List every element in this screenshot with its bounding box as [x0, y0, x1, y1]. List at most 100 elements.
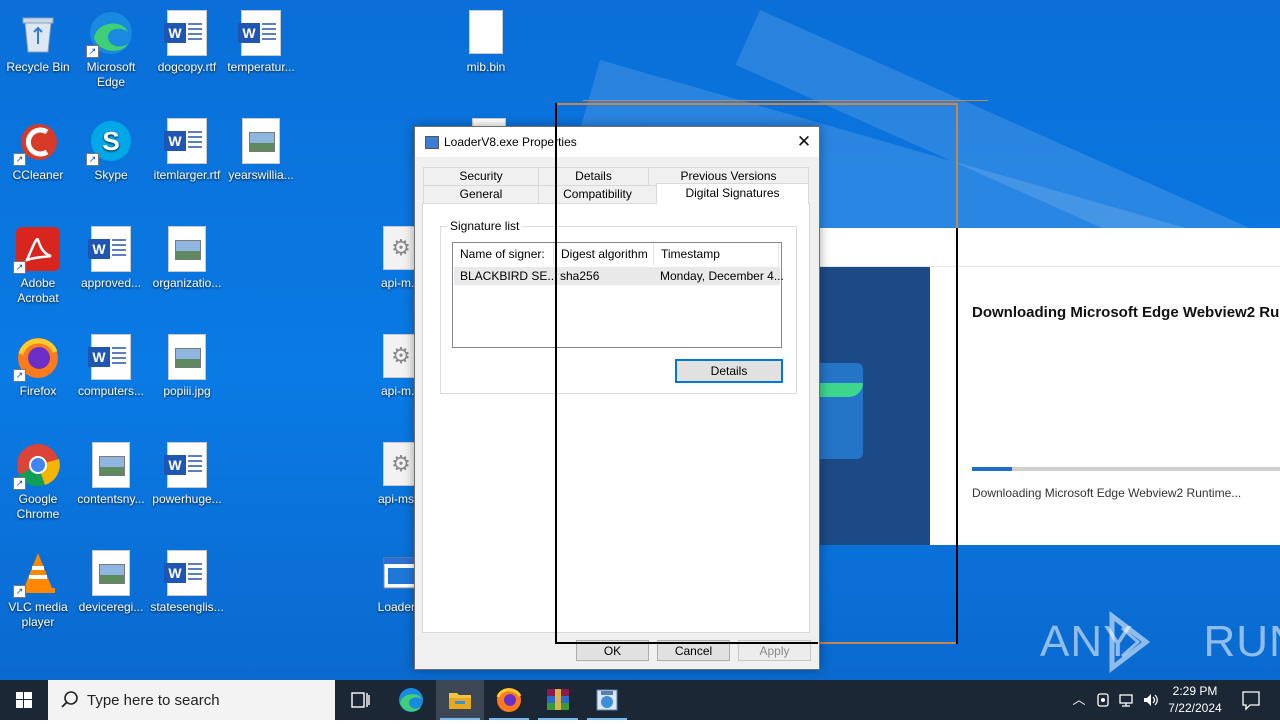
desktop-icon-label: CCleaner: [12, 168, 64, 182]
desktop-icon-label: VLC media player: [8, 600, 68, 629]
column-header-signer[interactable]: Name of signer:: [453, 243, 554, 266]
shortcut-arrow-icon: ↗: [13, 153, 26, 166]
word-doc-icon: W: [164, 10, 210, 56]
desktop-icon-label: Firefox: [19, 384, 57, 398]
column-header-timestamp[interactable]: Timestamp: [654, 243, 779, 266]
taskbar-winrar-button[interactable]: [534, 680, 582, 720]
tab-general[interactable]: General: [423, 185, 539, 203]
desktop-icon[interactable]: organizatio...: [149, 220, 225, 291]
black-highlight-box: [555, 103, 557, 644]
desktop-icon[interactable]: ↗ Adobe Acrobat: [0, 220, 76, 306]
taskbar-clock[interactable]: 2:29 PM 7/22/2024: [1163, 683, 1227, 717]
desktop-icon-label: popiii.jpg: [163, 384, 211, 398]
shortcut-arrow-icon: ↗: [86, 153, 99, 166]
desktop-icon[interactable]: popiii.jpg: [149, 328, 225, 399]
taskbar-search-box[interactable]: Type here to search: [48, 680, 335, 720]
table-row[interactable]: BLACKBIRD SE... sha256 Monday, December …: [454, 267, 784, 285]
shortcut-arrow-icon: ↗: [13, 585, 26, 598]
desktop-icon[interactable]: W computers...: [73, 328, 149, 399]
desktop-icon[interactable]: yearswillia...: [223, 112, 299, 183]
column-header-digest[interactable]: Digest algorithm: [554, 243, 654, 266]
taskbar-edge-button[interactable]: [387, 680, 435, 720]
task-view-button[interactable]: [336, 680, 384, 720]
edge-icon: ↗: [86, 10, 134, 58]
desktop: Recycle Bin ↗ CCleaner ↗ Adobe Acrobat ↗…: [0, 0, 1280, 680]
desktop-icon-label: yearswillia...: [228, 168, 294, 182]
black-highlight-line: [555, 642, 818, 644]
watermark-text: ANY RUN: [1040, 612, 1280, 672]
desktop-icon[interactable]: ↗ VLC media player: [0, 544, 76, 630]
orange-highlight-line: [583, 100, 988, 101]
volume-icon: [1144, 694, 1158, 706]
desktop-icon-label: Adobe Acrobat: [17, 276, 59, 305]
word-doc-icon: W: [164, 550, 210, 596]
desktop-icon-label: Skype: [94, 168, 128, 182]
volume-button[interactable]: [1140, 680, 1162, 720]
start-button[interactable]: [0, 680, 48, 720]
desktop-icon[interactable]: S ↗ Skype: [73, 112, 149, 183]
desktop-icon[interactable]: W dogcopy.rtf: [149, 4, 225, 75]
ccleaner-icon: ↗: [13, 118, 61, 166]
desktop-icon-label: powerhuge...: [152, 492, 222, 506]
download-progress-bar: [972, 467, 1280, 471]
network-button[interactable]: [1116, 680, 1138, 720]
signature-listview[interactable]: Name of signer: Digest algorithm Timesta…: [452, 242, 784, 348]
word-doc-icon: W: [164, 118, 210, 164]
notification-icon: [1242, 691, 1260, 711]
taskbar-installer-button[interactable]: [583, 680, 631, 720]
word-doc-icon: W: [88, 226, 134, 272]
desktop-icon-label: Recycle Bin: [6, 60, 70, 74]
desktop-icon[interactable]: ↗ Firefox: [0, 328, 76, 399]
shortcut-arrow-icon: ↗: [13, 369, 26, 382]
installer-title: Downloading Microsoft Edge Webview2 Runt: [972, 304, 1280, 321]
shortcut-arrow-icon: ↗: [13, 261, 26, 274]
desktop-icon[interactable]: contentsny...: [73, 436, 149, 507]
vlc-icon: ↗: [13, 550, 61, 598]
desktop-icon-label: computers...: [77, 384, 145, 398]
desktop-icon[interactable]: Recycle Bin: [0, 4, 76, 75]
word-doc-icon: W: [88, 334, 134, 380]
digital-signatures-pane: Signature list Name of signer: Digest al…: [422, 203, 810, 633]
desktop-icon[interactable]: ↗ CCleaner: [0, 112, 76, 183]
algorithm-cell: sha256: [560, 269, 600, 283]
installer-status-text: Downloading Microsoft Edge Webview2 Runt…: [972, 486, 1242, 500]
installer-icon: [596, 689, 618, 711]
windows-logo-icon: [16, 692, 32, 708]
desktop-icon[interactable]: deviceregi...: [73, 544, 149, 615]
file-explorer-icon: [449, 693, 471, 709]
close-button[interactable]: ✕: [789, 127, 819, 157]
watermark-run: RUN: [1203, 617, 1280, 666]
desktop-icon-label: Microsoft Edge: [86, 60, 136, 89]
desktop-icon-label: dogcopy.rtf: [157, 60, 217, 74]
desktop-icon-label: Google Chrome: [16, 492, 60, 521]
search-icon: [61, 691, 78, 708]
search-placeholder: Type here to search: [87, 692, 220, 709]
taskbar-firefox-button[interactable]: [485, 680, 533, 720]
desktop-icon[interactable]: W approved...: [73, 220, 149, 291]
signature-details-button[interactable]: Details: [675, 359, 783, 383]
desktop-icon[interactable]: W itemlarger.rtf: [149, 112, 225, 183]
show-hidden-icons-button[interactable]: ︿: [1068, 680, 1090, 720]
desktop-icon-label: deviceregi...: [78, 600, 144, 614]
desktop-icon-label: temperatur...: [227, 60, 295, 74]
signature-list-group: Signature list Name of signer: Digest al…: [440, 219, 797, 394]
desktop-icon[interactable]: ↗ Microsoft Edge: [73, 4, 149, 90]
notification-center-button[interactable]: [1236, 680, 1266, 720]
tab-digital-signatures[interactable]: Digital Signatures: [656, 183, 809, 204]
desktop-icon[interactable]: W powerhuge...: [149, 436, 225, 507]
taskbar-file-explorer-button[interactable]: [436, 680, 484, 720]
desktop-icon[interactable]: ↗ Google Chrome: [0, 436, 76, 522]
image-file-icon: [238, 118, 284, 164]
network-icon: [1119, 694, 1133, 707]
desktop-icon[interactable]: W temperatur...: [223, 4, 299, 75]
dialog-titlebar[interactable]: LoaderV8.exe Properties ✕: [415, 127, 819, 157]
desktop-icon[interactable]: W statesenglis...: [149, 544, 225, 615]
properties-dialog[interactable]: LoaderV8.exe Properties ✕ Security Detai…: [414, 126, 820, 670]
tray-device-icon: [1097, 693, 1109, 707]
signer-cell: BLACKBIRD SE...: [460, 269, 558, 283]
tray-app-button[interactable]: [1092, 680, 1114, 720]
desktop-icon-label: organizatio...: [152, 276, 222, 290]
close-icon: ✕: [796, 132, 812, 151]
tab-security[interactable]: Security: [423, 167, 539, 185]
desktop-icon[interactable]: mib.bin: [448, 4, 524, 75]
